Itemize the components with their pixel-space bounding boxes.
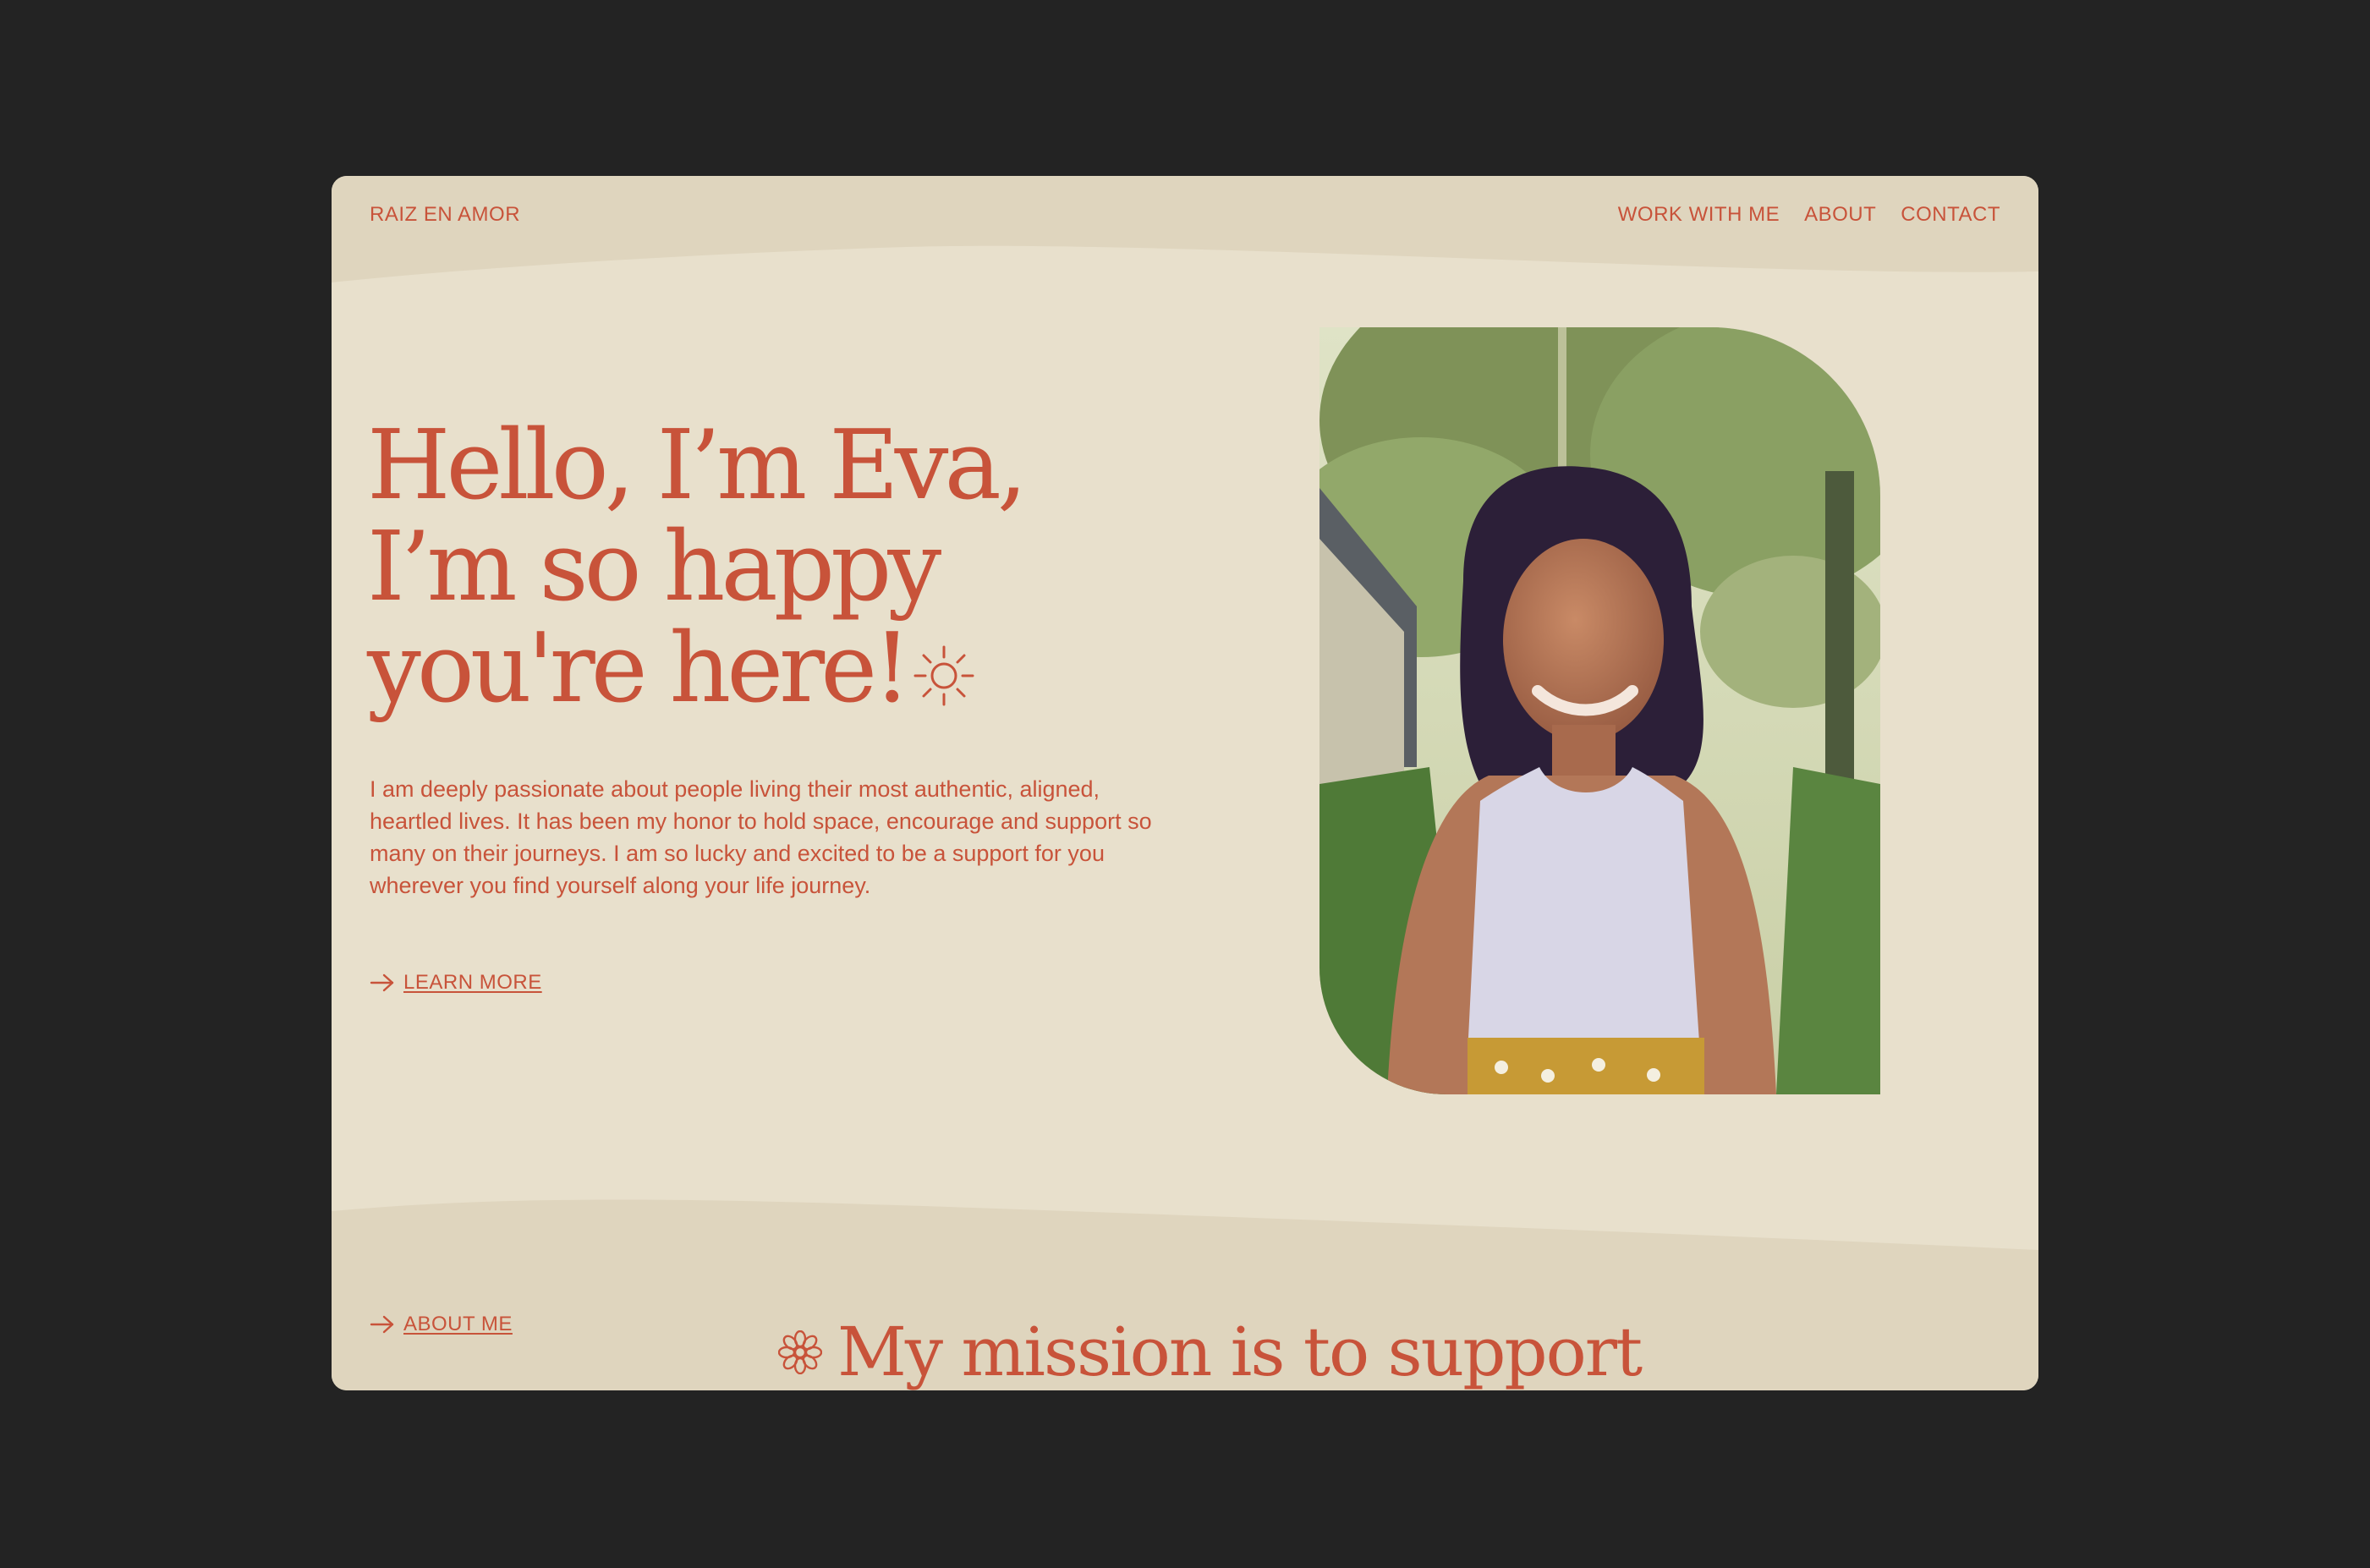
nav-contact[interactable]: CONTACT bbox=[1901, 203, 2000, 227]
headline-line-3: you're here! bbox=[367, 617, 1213, 726]
arrow-right-icon bbox=[370, 1314, 395, 1335]
headline-line-1: Hello, I’m Eva, bbox=[367, 409, 1028, 521]
about-me-label: ABOUT ME bbox=[403, 1313, 513, 1335]
learn-more-label: LEARN MORE bbox=[403, 971, 542, 994]
nav-about[interactable]: ABOUT bbox=[1804, 203, 1876, 227]
headline-line-2: I’m so happy bbox=[367, 511, 941, 622]
sun-icon bbox=[912, 624, 976, 726]
mission-heading-text: My mission is to support bbox=[837, 1313, 1643, 1390]
nav-work-with-me[interactable]: WORK WITH ME bbox=[1618, 203, 1780, 227]
arrow-right-icon bbox=[370, 973, 395, 993]
main-nav: WORK WITH ME ABOUT CONTACT bbox=[1618, 203, 2000, 227]
portrait-photo bbox=[1319, 327, 1880, 1094]
mission-heading: My mission is to support bbox=[778, 1313, 1643, 1390]
learn-more-link[interactable]: LEARN MORE bbox=[370, 971, 542, 995]
site-logo[interactable]: RAIZ EN AMOR bbox=[370, 203, 520, 227]
headline-line-3-text: you're here! bbox=[367, 612, 911, 724]
flower-icon bbox=[778, 1330, 822, 1374]
hero-headline: Hello, I’m Eva, I’m so happy you're here… bbox=[367, 414, 1213, 726]
hero-intro-text: I am deeply passionate about people livi… bbox=[370, 776, 1152, 898]
header-band bbox=[332, 176, 2038, 282]
about-me-link[interactable]: ABOUT ME bbox=[370, 1313, 513, 1336]
website-frame: RAIZ EN AMOR WORK WITH ME ABOUT CONTACT … bbox=[332, 176, 2038, 1390]
